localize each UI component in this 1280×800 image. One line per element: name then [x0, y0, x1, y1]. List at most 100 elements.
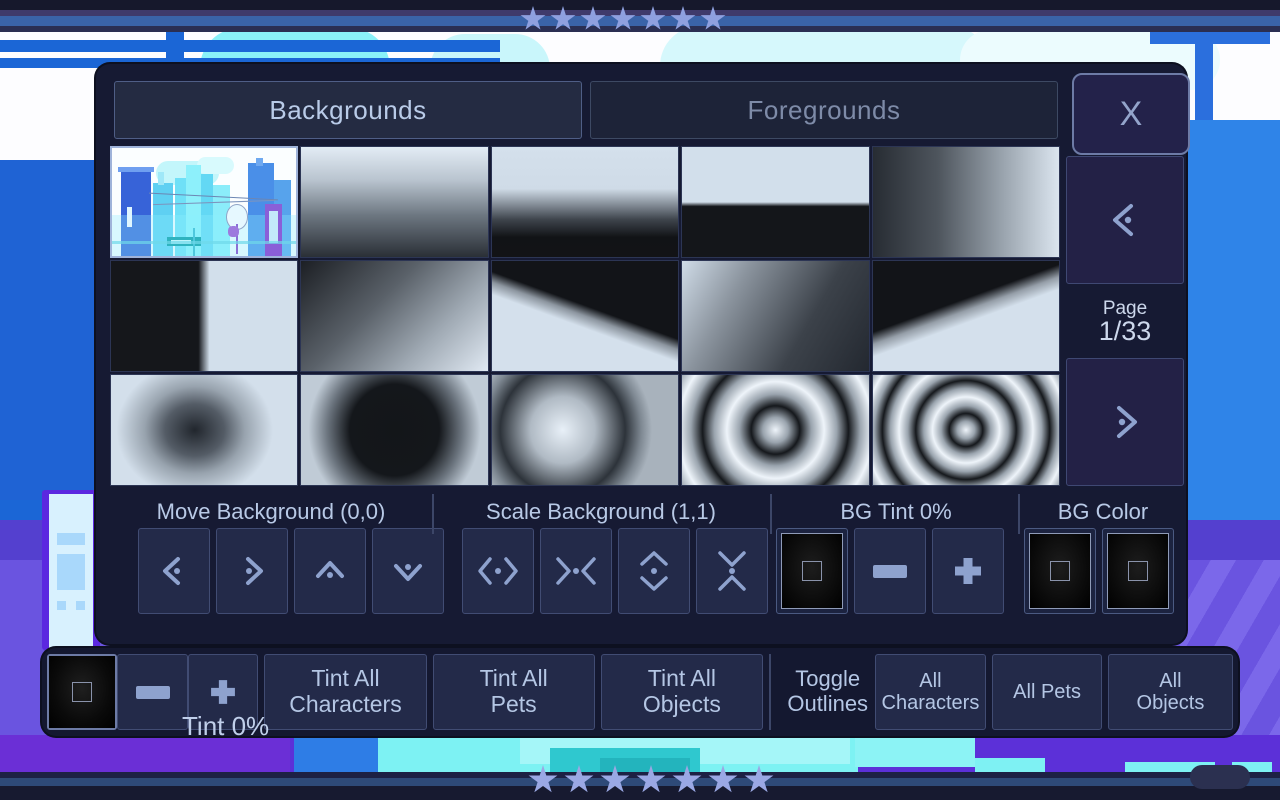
previous-page-button[interactable]	[1066, 156, 1184, 284]
tab-backgrounds[interactable]: Backgrounds	[114, 81, 582, 139]
scale-background-title: Scale Background (1,1)	[436, 492, 766, 532]
thumbnail-split-vertical[interactable]	[110, 260, 298, 372]
move-background-title: Move Background (0,0)	[110, 492, 432, 532]
divider	[432, 494, 434, 534]
star-icon	[744, 765, 774, 795]
star-icon	[564, 765, 594, 795]
global-tint-toolbar: Tint All Characters Tint All Pets Tint A…	[42, 648, 1238, 736]
bg-color-title: BG Color	[1022, 492, 1184, 532]
chevron-right-icon	[1101, 398, 1149, 446]
move-right-button[interactable]	[216, 528, 288, 614]
move-up-button[interactable]	[294, 528, 366, 614]
color-swatch-icon	[781, 533, 843, 609]
foreground-block	[294, 735, 380, 773]
thumbnail-diagonal-wedge-right[interactable]	[872, 260, 1060, 372]
tab-foregrounds-label: Foregrounds	[748, 95, 901, 126]
contract-horizontal-icon	[552, 547, 600, 595]
thumbnail-gradient-horizontal[interactable]	[872, 146, 1060, 258]
tab-backgrounds-label: Backgrounds	[269, 95, 426, 126]
expand-horizontal-icon	[474, 547, 522, 595]
arrow-up-icon	[306, 547, 354, 595]
bg-tint-color-swatch[interactable]	[776, 528, 848, 614]
star-icon	[670, 6, 696, 32]
outline-all-pets-label: All Pets	[1013, 681, 1081, 703]
contract-vertical-icon	[708, 547, 756, 595]
thumbnail-concentric-rings-2[interactable]	[681, 374, 869, 486]
background-controls: Move Background (0,0)	[110, 492, 1184, 638]
thumbnail-split-horizontal[interactable]	[681, 146, 869, 258]
bg-color-primary-swatch[interactable]	[1024, 528, 1096, 614]
move-background-group: Move Background (0,0)	[110, 492, 432, 638]
thumbnail-gradient-vertical-hard[interactable]	[491, 146, 679, 258]
star-icon	[636, 765, 666, 795]
tint-all-objects-line2: Objects	[643, 691, 721, 717]
bg-tint-group: BG Tint 0%	[774, 492, 1018, 638]
plus-icon	[944, 547, 992, 595]
bg-tint-increase-button[interactable]	[932, 528, 1004, 614]
thumbnail-radial-light-center[interactable]	[491, 374, 679, 486]
star-icon	[708, 765, 738, 795]
divider	[770, 494, 772, 534]
toggle-outlines-line1: Toggle	[795, 666, 860, 691]
kiosk-detail	[76, 601, 85, 610]
scale-height-decrease-button[interactable]	[696, 528, 768, 614]
global-tint-color-swatch[interactable]	[47, 654, 117, 730]
outline-all-pets-button[interactable]: All Pets	[992, 654, 1102, 730]
star-icon	[550, 6, 576, 32]
star-icon	[580, 6, 606, 32]
close-button[interactable]: X	[1072, 73, 1190, 155]
star-icon	[520, 6, 546, 32]
tint-all-objects-button[interactable]: Tint All Objects	[601, 654, 763, 730]
thumbnail-gradient-diagonal-dark[interactable]	[681, 260, 869, 372]
move-down-button[interactable]	[372, 528, 444, 614]
scale-width-increase-button[interactable]	[462, 528, 534, 614]
thumbnail-diagonal-wedge-left[interactable]	[491, 260, 679, 372]
global-tint-label: Tint 0%	[182, 711, 269, 742]
thumbnail-radial-dark-center[interactable]	[110, 374, 298, 486]
foreground-block	[855, 735, 975, 767]
tint-all-pets-button[interactable]: Tint All Pets	[433, 654, 595, 730]
thumbnail-gradient-diagonal-corner[interactable]	[300, 260, 488, 372]
background-picker-panel: Backgrounds Foregrounds X	[96, 64, 1186, 644]
color-swatch-icon	[1029, 533, 1091, 609]
thumbnail-gradient-vertical-soft[interactable]	[300, 146, 488, 258]
divider	[769, 654, 771, 730]
outline-all-characters-line2: Characters	[882, 692, 980, 714]
kiosk-detail	[57, 601, 66, 610]
plus-icon	[201, 670, 245, 714]
next-page-button[interactable]	[1066, 358, 1184, 486]
outline-all-objects-button[interactable]: All Objects	[1108, 654, 1233, 730]
page-indicator: Page 1/33	[1066, 290, 1184, 354]
arrow-right-icon	[228, 547, 276, 595]
page-label-value: 1/33	[1099, 318, 1152, 345]
arrow-down-icon	[384, 547, 432, 595]
minus-icon	[136, 686, 170, 699]
outline-all-characters-line1: All	[919, 670, 941, 692]
tint-all-characters-line2: Characters	[289, 691, 401, 717]
tab-foregrounds[interactable]: Foregrounds	[590, 81, 1058, 139]
bg-color-secondary-swatch[interactable]	[1102, 528, 1174, 614]
background-thumbnail-grid	[110, 146, 1060, 486]
tint-all-characters-button[interactable]: Tint All Characters	[264, 654, 426, 730]
scale-background-group: Scale Background (1,1)	[436, 492, 766, 638]
bg-color-group: BG Color	[1022, 492, 1184, 638]
tint-all-pets-line2: Pets	[491, 691, 537, 717]
star-icon	[610, 6, 636, 32]
bg-tint-decrease-button[interactable]	[854, 528, 926, 614]
star-icon	[528, 765, 558, 795]
outline-all-characters-button[interactable]: All Characters	[875, 654, 987, 730]
thumbnail-city-skyline[interactable]	[110, 146, 298, 258]
thumbnail-concentric-rings-3[interactable]	[872, 374, 1060, 486]
scale-height-increase-button[interactable]	[618, 528, 690, 614]
move-left-button[interactable]	[138, 528, 210, 614]
tint-all-pets-line1: Tint All	[480, 665, 548, 691]
pager: Page 1/33	[1066, 156, 1184, 486]
tab-bar: Backgrounds Foregrounds	[114, 81, 1058, 139]
bottom-round-decor	[1190, 765, 1250, 789]
color-swatch-icon	[1107, 533, 1169, 609]
global-tint-decrease-button[interactable]	[117, 654, 188, 730]
thumbnail-radial-dark-blob[interactable]	[300, 374, 488, 486]
star-icon	[672, 765, 702, 795]
scale-width-decrease-button[interactable]	[540, 528, 612, 614]
outline-all-objects-line2: Objects	[1137, 692, 1205, 714]
